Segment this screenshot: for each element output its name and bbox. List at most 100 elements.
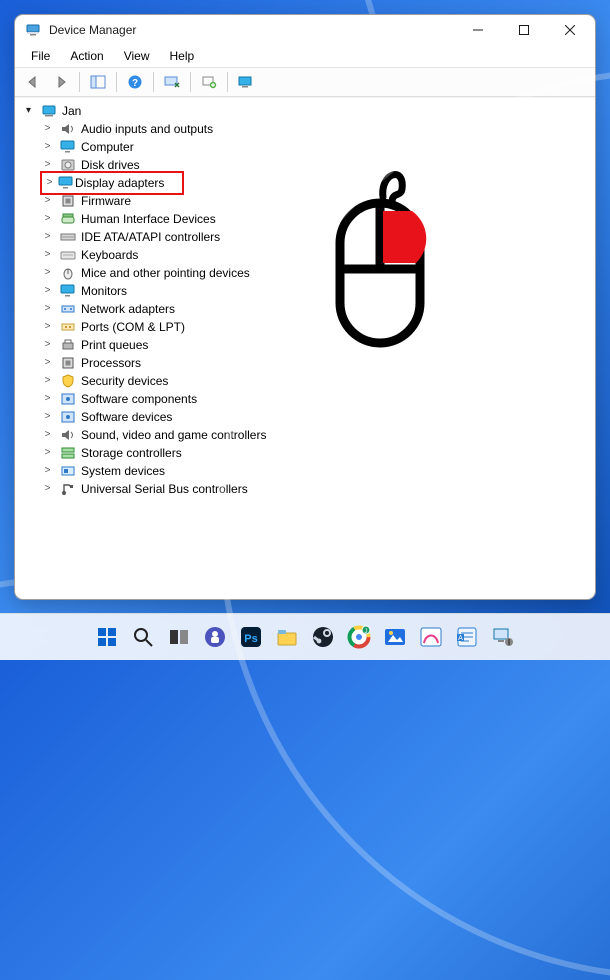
chevron-right-icon[interactable]: ˃ [40, 120, 55, 138]
tree-item[interactable]: ˃ Processors [40, 354, 589, 372]
taskbar-chrome[interactable]: J [345, 623, 373, 651]
chevron-right-icon[interactable]: ˃ [42, 174, 57, 192]
taskbar-devmgr[interactable] [489, 623, 517, 651]
hid-icon [59, 211, 77, 227]
svg-text:?: ? [132, 78, 138, 89]
chip-icon [59, 193, 77, 209]
chevron-right-icon[interactable]: ˃ [40, 318, 55, 336]
monitor-icon [57, 175, 75, 191]
tree-item[interactable]: ˃ Network adapters [40, 300, 589, 318]
tree-item[interactable]: ˃ Security devices [40, 372, 589, 390]
chevron-right-icon[interactable]: ˃ [40, 264, 55, 282]
menu-file[interactable]: File [21, 47, 60, 65]
menu-action[interactable]: Action [60, 47, 113, 65]
chevron-right-icon[interactable]: ˃ [40, 480, 55, 498]
tree-item[interactable]: ˃ Firmware [40, 192, 589, 210]
chevron-right-icon[interactable]: ˃ [40, 138, 55, 156]
sw-icon [59, 391, 77, 407]
add-legacy-hw-button[interactable] [196, 69, 222, 95]
category-label: Software devices [81, 408, 172, 426]
chevron-right-icon[interactable]: ˃ [40, 336, 55, 354]
chevron-right-icon[interactable]: ˃ [40, 228, 55, 246]
category-label: Universal Serial Bus controllers [81, 480, 248, 498]
taskbar-search[interactable] [129, 623, 157, 651]
chevron-right-icon[interactable]: ˃ [40, 282, 55, 300]
category-label: Monitors [81, 282, 127, 300]
taskbar-ps[interactable]: Ps [237, 623, 265, 651]
device-tree[interactable]: ▾ Jan ˃ Audio inputs and outputs˃ Comput… [15, 98, 595, 599]
speaker-icon [59, 427, 77, 443]
taskbar-photos[interactable] [381, 623, 409, 651]
monitor-icon [59, 139, 77, 155]
category-label: Mice and other pointing devices [81, 264, 250, 282]
separator [227, 72, 228, 92]
content: ▾ Jan ˃ Audio inputs and outputs˃ Comput… [15, 97, 595, 599]
chevron-down-icon[interactable]: ▾ [21, 102, 36, 120]
taskbar-steam[interactable] [309, 623, 337, 651]
menu-view[interactable]: View [114, 47, 160, 65]
tree-item[interactable]: ˃ IDE ATA/ATAPI controllers [40, 228, 589, 246]
chevron-right-icon[interactable]: ˃ [40, 444, 55, 462]
back-button[interactable] [20, 69, 46, 95]
titlebar[interactable]: Device Manager [15, 15, 595, 45]
system-icon [59, 463, 77, 479]
maximize-button[interactable] [501, 15, 547, 45]
device-manager-window: Device Manager File Action View Help ? ▾ [14, 14, 596, 600]
tree-item[interactable]: ˃ Human Interface Devices [40, 210, 589, 228]
tree-item[interactable]: ˃ Keyboards [40, 246, 589, 264]
chevron-right-icon[interactable]: ˃ [40, 192, 55, 210]
view-devices-button[interactable] [233, 69, 259, 95]
chevron-right-icon[interactable]: ˃ [40, 210, 55, 228]
taskbar[interactable]: Ps J A [0, 613, 610, 660]
minimize-button[interactable] [455, 15, 501, 45]
net-icon [59, 301, 77, 317]
chevron-right-icon[interactable]: ˃ [40, 300, 55, 318]
chevron-right-icon[interactable]: ˃ [40, 462, 55, 480]
tree-item[interactable]: ˃ Sound, video and game controllers [40, 426, 589, 444]
tree-item[interactable]: ˃ Universal Serial Bus controllers [40, 480, 589, 498]
tree-item[interactable]: ˃ System devices [40, 462, 589, 480]
tree-item[interactable]: ˃ Display adapters [40, 174, 589, 192]
taskbar-explorer[interactable] [273, 623, 301, 651]
help-button[interactable]: ? [122, 69, 148, 95]
chevron-right-icon[interactable]: ˃ [40, 408, 55, 426]
tree-item[interactable]: ˃ Print queues [40, 336, 589, 354]
close-button[interactable] [547, 15, 593, 45]
security-icon [59, 373, 77, 389]
taskbar-start[interactable] [93, 623, 121, 651]
show-hide-tree-button[interactable] [85, 69, 111, 95]
separator [79, 72, 80, 92]
tree-item[interactable]: ˃ Ports (COM & LPT) [40, 318, 589, 336]
tree-item[interactable]: ˃ Mice and other pointing devices [40, 264, 589, 282]
taskbar-word[interactable]: A [453, 623, 481, 651]
menu-help[interactable]: Help [160, 47, 205, 65]
taskbar-teams[interactable] [201, 623, 229, 651]
port-icon [59, 319, 77, 335]
category-label: Audio inputs and outputs [81, 120, 213, 138]
computer-icon [40, 103, 58, 119]
mouse-icon [59, 265, 77, 281]
category-label: Keyboards [81, 246, 138, 264]
tree-item[interactable]: ˃ Storage controllers [40, 444, 589, 462]
tree-root[interactable]: ▾ Jan [21, 102, 589, 120]
chevron-right-icon[interactable]: ˃ [40, 426, 55, 444]
category-label: Storage controllers [81, 444, 182, 462]
taskbar-taskview[interactable] [165, 623, 193, 651]
chevron-right-icon[interactable]: ˃ [40, 246, 55, 264]
category-label: Display adapters [75, 174, 164, 192]
tree-item[interactable]: ˃ Computer [40, 138, 589, 156]
tree-item[interactable]: ˃ Software components [40, 390, 589, 408]
tree-item[interactable]: ˃ Audio inputs and outputs [40, 120, 589, 138]
root-label: Jan [62, 102, 81, 120]
monitor-icon [59, 283, 77, 299]
tree-item[interactable]: ˃ Software devices [40, 408, 589, 426]
chevron-right-icon[interactable]: ˃ [40, 390, 55, 408]
svg-text:Ps: Ps [244, 633, 257, 645]
taskbar-paint[interactable] [417, 623, 445, 651]
chevron-right-icon[interactable]: ˃ [40, 372, 55, 390]
forward-button[interactable] [48, 69, 74, 95]
tree-item[interactable]: ˃ Monitors [40, 282, 589, 300]
scan-hardware-button[interactable] [159, 69, 185, 95]
svg-text:A: A [458, 635, 463, 642]
chevron-right-icon[interactable]: ˃ [40, 354, 55, 372]
